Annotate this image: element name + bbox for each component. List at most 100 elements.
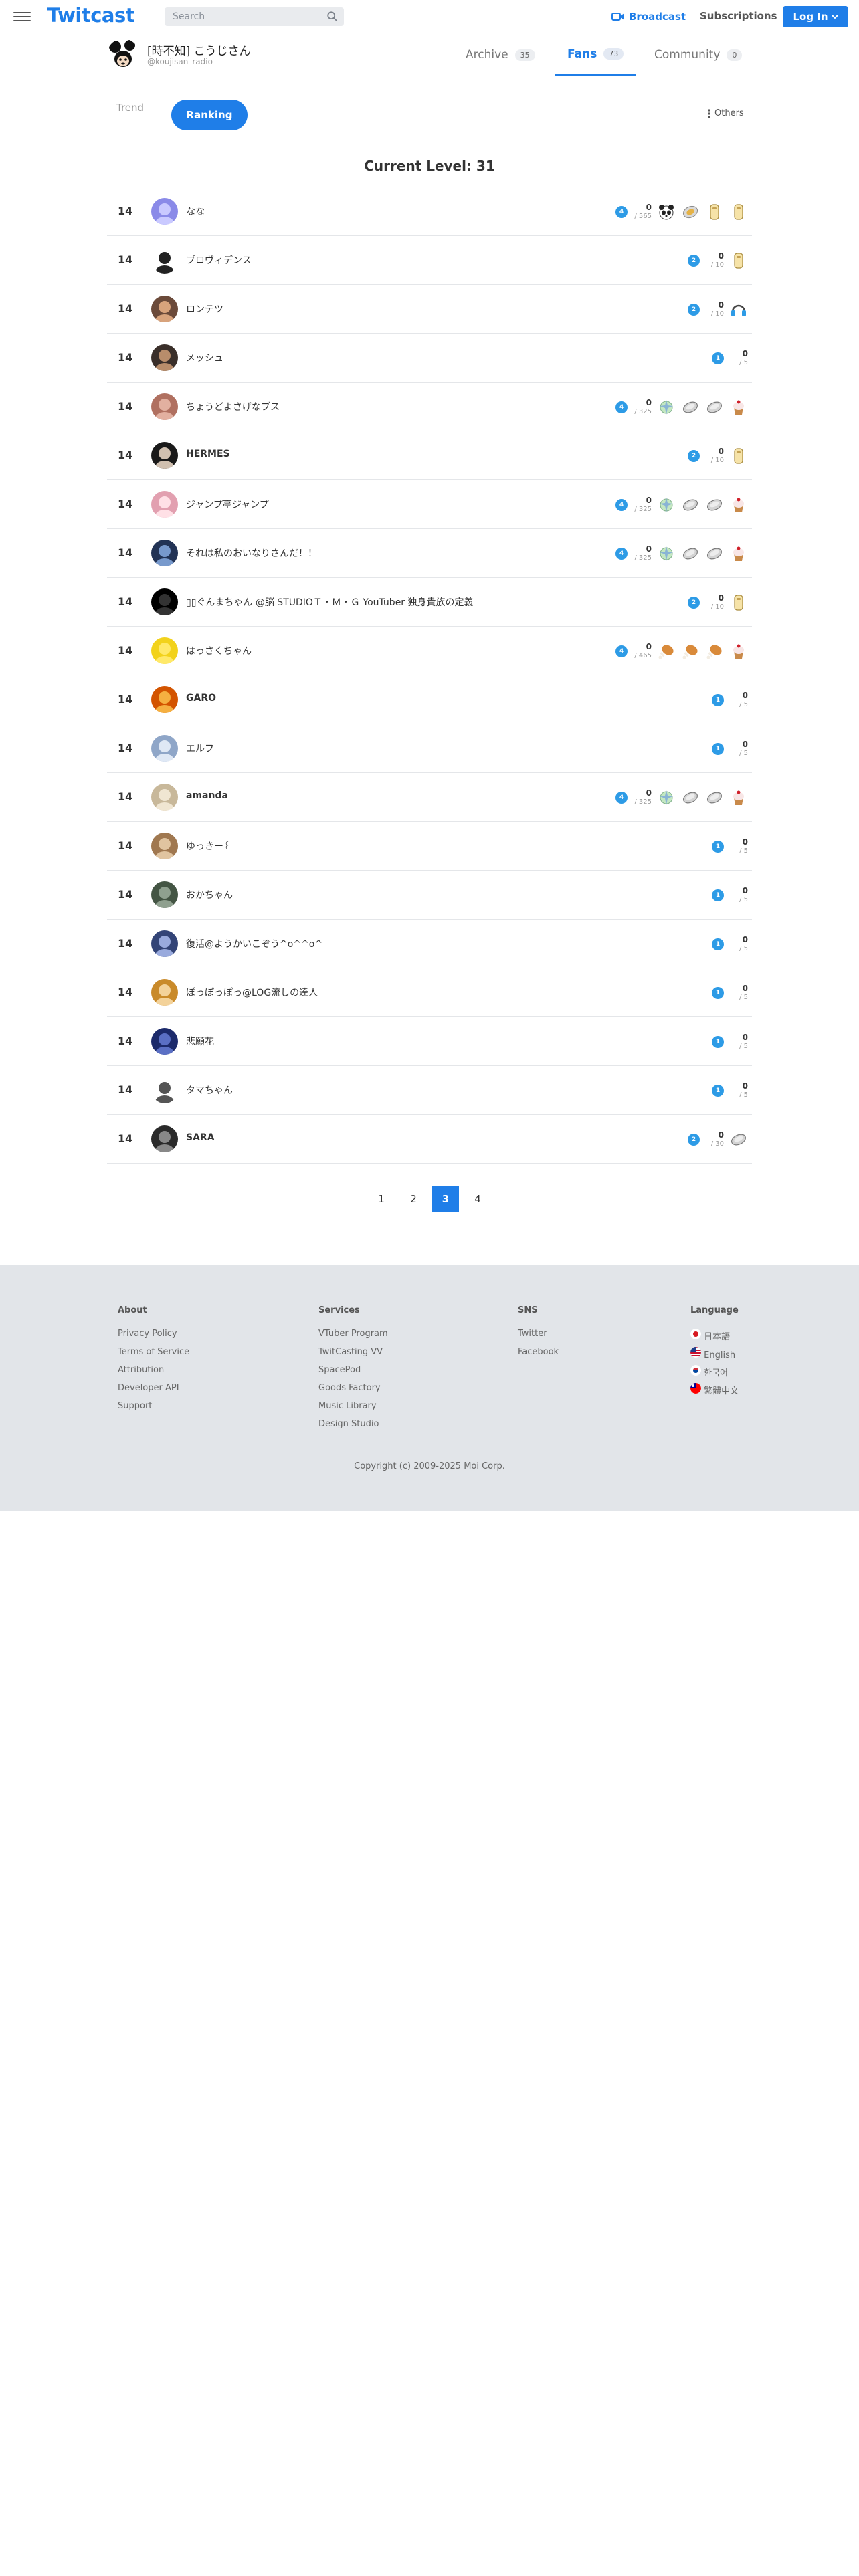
table-row[interactable]: 14 なな 4 0 / 565 <box>107 187 752 236</box>
avatar[interactable] <box>151 588 178 615</box>
table-row[interactable]: 14 復活@ようかいこぞう^o^^o^ 1 0 / 5 <box>107 920 752 968</box>
profile-avatar[interactable] <box>107 39 139 71</box>
avatar[interactable] <box>151 1125 178 1152</box>
avatar[interactable] <box>151 1077 178 1103</box>
table-row[interactable]: 14 ジャンプ亭ジャンプ 4 0 / 325 <box>107 480 752 529</box>
tab-community[interactable]: Community 0 <box>654 33 743 76</box>
fan-name[interactable]: それは私のおいなりさんだ！！ <box>186 546 317 560</box>
avatar[interactable] <box>151 784 178 811</box>
table-row[interactable]: 14 悲願花 1 0 / 5 <box>107 1017 752 1066</box>
avatar[interactable] <box>151 296 178 322</box>
footer-link-support[interactable]: Support <box>118 1401 189 1419</box>
fan-name[interactable]: タマちゃん <box>186 1083 233 1097</box>
avatar[interactable] <box>151 442 178 469</box>
footer-link-goods-factory[interactable]: Goods Factory <box>318 1383 388 1401</box>
footer-heading: Services <box>318 1305 360 1315</box>
fan-name[interactable]: 悲願花 <box>186 1035 214 1048</box>
avatar[interactable] <box>151 833 178 859</box>
table-row[interactable]: 14 GARO 1 0 / 5 <box>107 675 752 724</box>
fan-name[interactable]: エルフ <box>186 742 214 755</box>
table-row[interactable]: 14 SARA 2 0 / 30 <box>107 1115 752 1164</box>
page-3-button[interactable]: 3 <box>432 1186 459 1212</box>
table-row[interactable]: 14 タマちゃん 1 0 / 5 <box>107 1066 752 1115</box>
footer-link-terms[interactable]: Terms of Service <box>118 1347 189 1365</box>
table-row[interactable]: 14 メッシュ 1 0 / 5 <box>107 334 752 383</box>
footer-link-design-studio[interactable]: Design Studio <box>318 1419 388 1437</box>
table-row[interactable]: 14 ロンテツ 2 0 / 10 <box>107 285 752 334</box>
avatar[interactable] <box>151 979 178 1006</box>
fan-name[interactable]: ジャンプ亭ジャンプ <box>186 498 269 511</box>
tab-ranking[interactable]: Ranking <box>171 100 248 130</box>
fan-name[interactable]: なな <box>186 205 205 218</box>
table-row[interactable]: 14 おかちゃん 1 0 / 5 <box>107 871 752 920</box>
avatar[interactable] <box>151 930 178 957</box>
language-japanese[interactable]: 日本語 <box>690 1329 739 1347</box>
fan-name[interactable]: プロヴィデンス <box>186 253 252 267</box>
table-row[interactable]: 14 HERMES 2 0 / 10 <box>107 431 752 480</box>
language-english[interactable]: English <box>690 1347 739 1365</box>
footer-link-spacepod[interactable]: SpacePod <box>318 1365 388 1383</box>
subscriptions-link[interactable]: Subscriptions <box>700 10 777 22</box>
language-korean[interactable]: 한국어 <box>690 1365 739 1383</box>
avatar[interactable] <box>151 247 178 274</box>
footer-link-developer-api[interactable]: Developer API <box>118 1383 189 1401</box>
language-traditional-chinese[interactable]: 繁體中文 <box>690 1383 739 1401</box>
table-row[interactable]: 14 それは私のおいなりさんだ！！ 4 0 / 325 <box>107 529 752 578</box>
footer-link-twitcasting-vv[interactable]: TwitCasting VV <box>318 1347 388 1365</box>
search-input[interactable]: Search <box>173 11 205 22</box>
footer-link-music-library[interactable]: Music Library <box>318 1401 388 1419</box>
footer-link-attribution[interactable]: Attribution <box>118 1365 189 1383</box>
avatar[interactable] <box>151 344 178 371</box>
broadcast-button[interactable]: Broadcast <box>611 9 686 24</box>
fan-name[interactable]: ぽっぽっぽっ@LOG流しの達人 <box>186 986 318 999</box>
fan-name[interactable]: GARO <box>186 693 216 704</box>
table-row[interactable]: 14 amanda 4 0 / 325 <box>107 773 752 822</box>
fan-name[interactable]: ロンテツ <box>186 302 223 316</box>
footer-link-facebook[interactable]: Facebook <box>518 1347 559 1365</box>
fan-score-current: 0 <box>742 934 748 944</box>
footer-link-vtuber[interactable]: VTuber Program <box>318 1329 388 1347</box>
table-row[interactable]: 14 ▯▯ぐんまちゃん @脳 STUDIOＴ・Ｍ・Ｇ YouTuber 独身貴族… <box>107 578 752 627</box>
tab-count: 35 <box>514 49 535 61</box>
fan-name[interactable]: おかちゃん <box>186 888 233 901</box>
fan-name[interactable]: はっさくちゃん <box>186 644 252 657</box>
hamburger-menu-icon[interactable] <box>13 9 31 23</box>
avatar[interactable] <box>151 1028 178 1055</box>
fan-name[interactable]: SARA <box>186 1132 215 1143</box>
table-row[interactable]: 14 ぽっぽっぽっ@LOG流しの達人 1 0 / 5 <box>107 968 752 1017</box>
twitcast-logo[interactable]: Twitcast <box>47 4 135 27</box>
table-row[interactable]: 14 はっさくちゃん 4 0 / 465 <box>107 627 752 675</box>
avatar[interactable] <box>151 735 178 762</box>
fan-name[interactable]: ちょうどよさげなブス <box>186 400 280 413</box>
table-row[interactable]: 14 エルフ 1 0 / 5 <box>107 724 752 773</box>
tab-trend[interactable]: Trend <box>116 102 144 114</box>
avatar[interactable] <box>151 686 178 713</box>
table-row[interactable]: 14 ゆっきー꒰ 1 0 / 5 <box>107 822 752 871</box>
page-4-button[interactable]: 4 <box>464 1186 491 1212</box>
avatar[interactable] <box>151 393 178 420</box>
fan-name[interactable]: 復活@ようかいこぞう^o^^o^ <box>186 937 322 950</box>
fan-name[interactable]: ゆっきー꒰ <box>186 839 231 853</box>
avatar[interactable] <box>151 540 178 566</box>
tab-archive[interactable]: Archive 35 <box>466 33 535 76</box>
table-row[interactable]: 14 プロヴィデンス 2 0 / 10 <box>107 236 752 285</box>
search-icon[interactable] <box>326 11 339 23</box>
page-1-button[interactable]: 1 <box>368 1186 395 1212</box>
table-row[interactable]: 14 ちょうどよさげなブス 4 0 / 325 <box>107 383 752 431</box>
fan-name[interactable]: ▯▯ぐんまちゃん @脳 STUDIOＴ・Ｍ・Ｇ YouTuber 独身貴族の定義 <box>186 595 474 609</box>
footer-link-privacy[interactable]: Privacy Policy <box>118 1329 189 1347</box>
avatar[interactable] <box>151 491 178 518</box>
search-box[interactable]: Search <box>165 7 344 26</box>
page-2-button[interactable]: 2 <box>400 1186 427 1212</box>
footer-link-twitter[interactable]: Twitter <box>518 1329 559 1347</box>
login-button[interactable]: Log In <box>783 6 848 27</box>
others-menu-button[interactable]: Others <box>708 108 744 118</box>
avatar[interactable] <box>151 637 178 664</box>
fan-level-badge: 1 <box>712 889 724 901</box>
fan-name[interactable]: amanda <box>186 790 228 801</box>
tab-fans[interactable]: Fans 73 <box>555 33 636 76</box>
avatar[interactable] <box>151 881 178 908</box>
avatar[interactable] <box>151 198 178 225</box>
fan-name[interactable]: HERMES <box>186 449 230 459</box>
fan-name[interactable]: メッシュ <box>186 351 223 364</box>
